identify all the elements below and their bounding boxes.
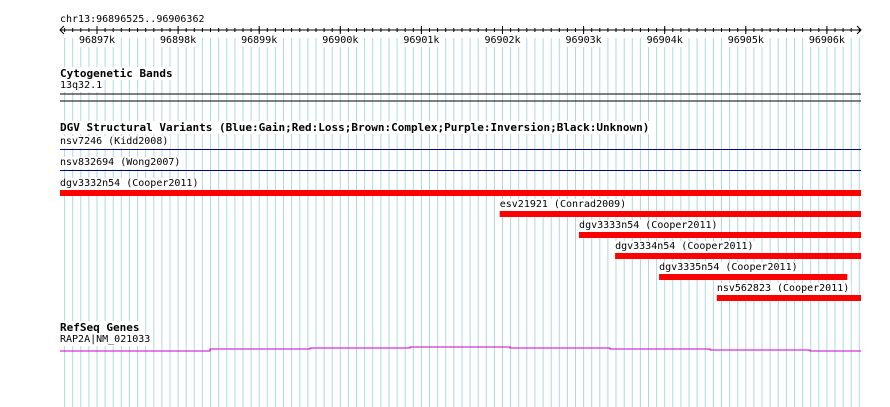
variant-bar-5[interactable] <box>615 253 861 259</box>
variant-bar-7[interactable] <box>716 295 861 301</box>
genome-browser-view: chr13:96896525..96906362 96897k 96898k 968… <box>0 0 890 407</box>
variant-bar-4[interactable] <box>579 232 861 238</box>
variant-bar-6[interactable] <box>659 274 848 280</box>
track-features <box>59 25 862 352</box>
gene-feature-line[interactable] <box>60 346 861 352</box>
variant-bar-0[interactable] <box>60 149 861 150</box>
variant-bar-1[interactable] <box>60 170 861 171</box>
variant-bar-3[interactable] <box>499 211 861 217</box>
variant-bar-2[interactable] <box>60 190 861 196</box>
